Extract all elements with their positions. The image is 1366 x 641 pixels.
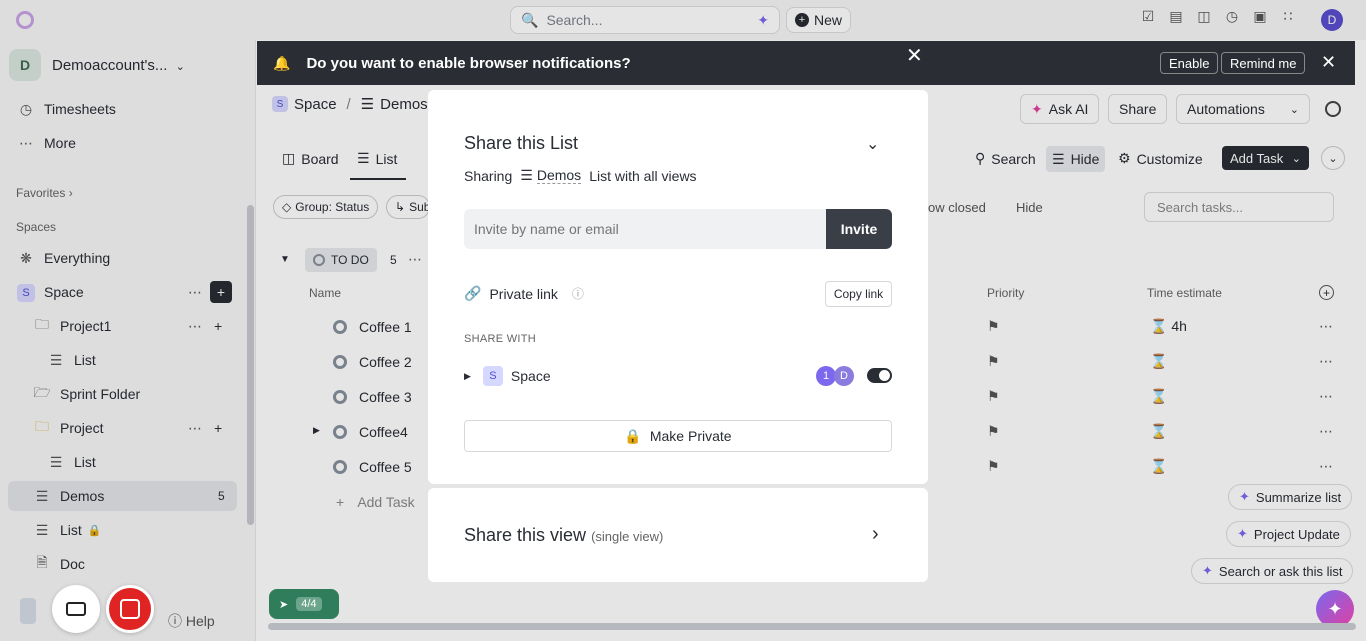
chevron-right-icon[interactable]: › (872, 523, 879, 546)
share-view-title-label: Share this view (464, 525, 587, 545)
invite-button[interactable]: Invite (826, 209, 892, 249)
modal-close-icon[interactable]: ✕ (906, 43, 923, 68)
copy-link-button[interactable]: Copy link (825, 281, 892, 307)
horizontal-scrollbar[interactable] (268, 623, 1356, 630)
enable-notifications-button[interactable]: Enable (1160, 52, 1219, 74)
onboarding-progress[interactable]: ➤ 4/4 (269, 589, 339, 619)
lock-icon: 🔒 (624, 427, 642, 444)
make-private-label: Make Private (649, 428, 732, 444)
chevron-down-icon[interactable]: ⌄ (866, 134, 879, 154)
share-view-title[interactable]: Share this view (single view) (464, 525, 663, 546)
sharing-description: Sharing ☰ Demos List with all views (464, 167, 697, 184)
link-icon: 🔗 (464, 285, 482, 301)
sharing-suffix: List with all views (589, 167, 697, 184)
sharing-list-name[interactable]: Demos (536, 167, 582, 184)
progress-count: 4/4 (296, 597, 322, 611)
share-space-name: Space (510, 368, 551, 384)
private-link-label: Private link (489, 285, 558, 302)
list-icon: ☰ (520, 167, 533, 183)
invite-input[interactable] (464, 209, 828, 249)
record-video-button[interactable] (52, 585, 100, 633)
video-camera-icon (66, 602, 86, 616)
sharing-prefix: Sharing (464, 167, 513, 184)
drag-handle-icon[interactable] (20, 598, 36, 624)
rocket-icon: ➤ (279, 598, 289, 611)
remind-me-button[interactable]: Remind me (1221, 52, 1306, 74)
stop-recording-button[interactable] (106, 585, 154, 633)
info-icon[interactable]: ⓘ (572, 285, 584, 302)
expand-icon[interactable]: ▶ (464, 371, 471, 382)
modal-title: Share this List (464, 133, 579, 153)
notification-bar: 🔔 Do you want to enable browser notifica… (257, 41, 1355, 85)
close-icon[interactable]: ✕ (1321, 52, 1336, 73)
share-view-subtitle: (single view) (591, 529, 664, 544)
share-with-heading: SHARE WITH (464, 333, 537, 345)
share-space-toggle[interactable] (867, 368, 892, 383)
member-avatar[interactable]: D (834, 366, 854, 386)
member-count-avatar[interactable]: 1 (816, 366, 836, 386)
private-link-row: 🔗 Private link ⓘ (464, 285, 584, 302)
bell-icon: 🔔 (273, 54, 291, 71)
make-private-button[interactable]: 🔒 Make Private (464, 420, 892, 452)
space-badge-icon: S (482, 366, 503, 386)
share-space-row[interactable]: ▶ S Space (464, 366, 551, 386)
stop-icon (120, 599, 140, 619)
notification-text: Do you want to enable browser notificati… (306, 54, 631, 72)
